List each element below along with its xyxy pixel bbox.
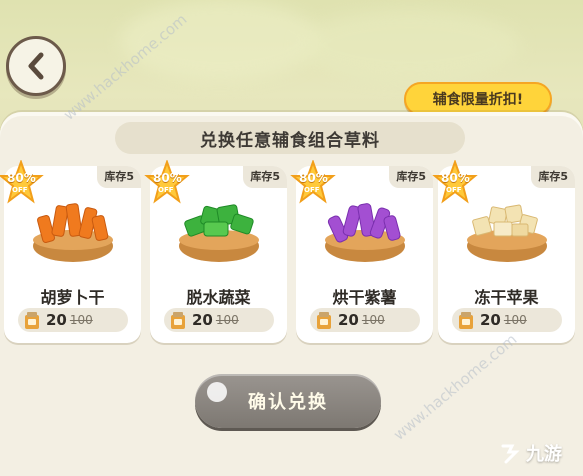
vegetable-basket-icon	[179, 204, 259, 262]
feed-bag-icon	[25, 312, 39, 329]
background-blob	[300, 10, 520, 80]
stock-label: 库存5	[243, 166, 287, 188]
original-price: 100	[215, 313, 239, 327]
original-price: 100	[503, 313, 527, 327]
promo-label: 辅食限量折扣!	[432, 92, 524, 108]
purple-sweet-potato-basket-icon	[325, 203, 405, 262]
item-card[interactable]: 80% OFF 库存5 脱水蔬菜 20 100	[144, 159, 287, 343]
discount-percent: 80%	[7, 171, 36, 185]
item-card-list: 80% OFF 库存5 胡萝卜干 20 100 80% OFF 库存5 脱水蔬菜…	[0, 159, 583, 346]
feed-bag-icon	[171, 312, 185, 329]
carrot-basket-icon	[33, 203, 113, 262]
chevron-left-icon	[28, 52, 44, 80]
confirm-label: 确认兑换	[248, 392, 328, 413]
panel-title: 兑换任意辅食组合草料	[115, 122, 465, 154]
current-price: 20	[338, 311, 359, 329]
current-price: 20	[480, 311, 501, 329]
item-card[interactable]: 80% OFF 库存5 冻干苹果 20 100	[432, 159, 575, 343]
discount-off-label: OFF	[12, 186, 28, 194]
feed-bag-icon	[317, 312, 331, 329]
item-name: 胡萝卜干	[40, 288, 105, 307]
current-price: 20	[192, 311, 213, 329]
discount-percent: 80%	[441, 171, 470, 185]
item-name: 冻干苹果	[474, 288, 539, 307]
item-name: 烘干紫薯	[332, 288, 397, 307]
discount-off-label: OFF	[446, 186, 462, 194]
confirm-exchange-button[interactable]: 确认兑换	[195, 374, 381, 428]
stock-label: 库存5	[531, 166, 575, 188]
discount-promo-badge: 辅食限量折扣!	[404, 82, 552, 116]
discount-off-label: OFF	[304, 186, 320, 194]
back-button[interactable]	[6, 36, 66, 96]
original-price: 100	[361, 313, 385, 327]
button-shine	[207, 382, 227, 402]
stock-label: 库存5	[97, 166, 141, 188]
discount-off-label: OFF	[158, 186, 174, 194]
item-card[interactable]: 80% OFF 库存5 烘干紫薯 20 100	[290, 159, 433, 343]
feed-bag-icon	[459, 312, 473, 329]
discount-percent: 80%	[153, 171, 182, 185]
stock-label: 库存5	[389, 166, 433, 188]
panel-title-text: 兑换任意辅食组合草料	[200, 130, 380, 151]
price-tag: 20 100	[18, 308, 128, 332]
jiuyou-logo-icon	[501, 444, 520, 464]
price-tag: 20 100	[164, 308, 274, 332]
item-name: 脱水蔬菜	[186, 288, 251, 307]
price-tag: 20 100	[310, 308, 420, 332]
logo-text: 九游	[526, 444, 562, 465]
apple-basket-icon	[467, 204, 547, 262]
jiuyou-logo: 九游	[500, 440, 562, 466]
item-card[interactable]: 80% OFF 库存5 胡萝卜干 20 100	[0, 159, 141, 343]
current-price: 20	[46, 311, 67, 329]
discount-percent: 80%	[299, 171, 328, 185]
price-tag: 20 100	[452, 308, 562, 332]
original-price: 100	[69, 313, 93, 327]
